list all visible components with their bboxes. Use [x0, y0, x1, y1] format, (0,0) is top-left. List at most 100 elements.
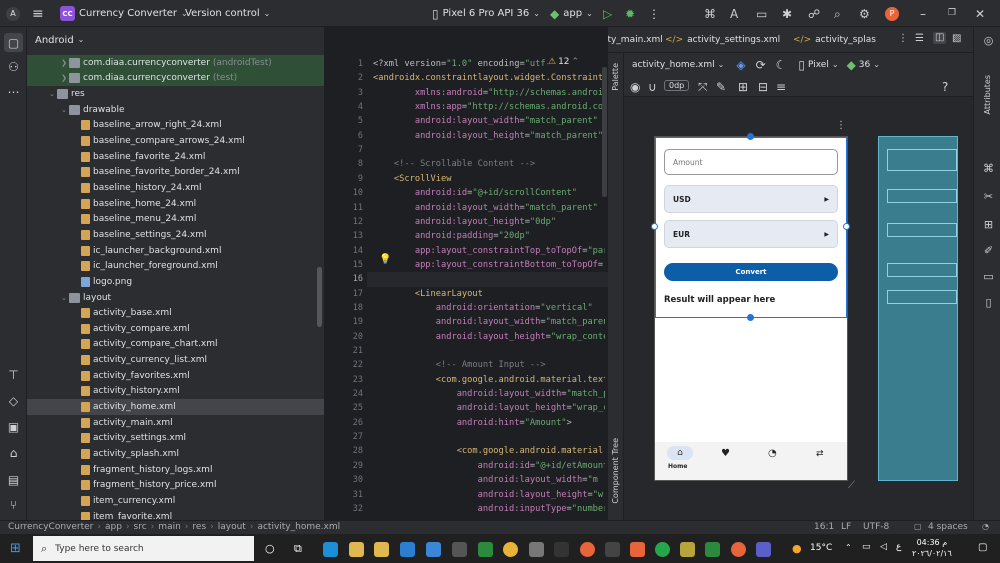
- main-menu-button[interactable]: ≡: [32, 0, 44, 27]
- more-actions-button[interactable]: ⋮: [648, 0, 660, 27]
- attributes-label[interactable]: Attributes: [983, 75, 992, 115]
- eye-icon[interactable]: ◉: [630, 81, 640, 93]
- preview-device[interactable]: Pixel: [808, 60, 829, 70]
- tree-scrollbar[interactable]: [317, 267, 322, 327]
- breadcrumb-item[interactable]: app: [105, 522, 122, 532]
- edge-icon[interactable]: [323, 542, 338, 557]
- tree-file[interactable]: baseline_favorite_24.xml: [27, 149, 324, 165]
- orientation-icon[interactable]: ⟳: [756, 59, 766, 71]
- home-icon[interactable]: ⌂: [667, 446, 693, 460]
- running-devices-icon[interactable]: ▯: [981, 295, 996, 310]
- gradle-button[interactable]: ☍: [808, 0, 820, 27]
- gradle-icon[interactable]: ⌘: [981, 161, 996, 176]
- sdk-manager-button[interactable]: ⌘: [704, 0, 716, 27]
- tree-folder[interactable]: ⌄ res: [27, 86, 324, 102]
- chevron-right-icon[interactable]: ❯: [59, 74, 69, 82]
- tree-file[interactable]: activity_currency_list.xml: [27, 352, 324, 368]
- chevron-down-icon[interactable]: ⌄: [59, 294, 69, 302]
- layout-preview[interactable]: Amount USD ▶ EUR ▶ Convert Result will a…: [651, 133, 850, 481]
- design-view-icon[interactable]: ▨: [952, 34, 961, 44]
- vscode-icon[interactable]: [426, 542, 441, 557]
- breadcrumb-item[interactable]: main: [158, 522, 181, 532]
- tree-file[interactable]: activity_home.xml: [27, 399, 324, 415]
- tree-file[interactable]: activity_base.xml: [27, 305, 324, 321]
- magnet-icon[interactable]: ∪: [648, 81, 657, 93]
- vlc-icon[interactable]: [630, 542, 645, 557]
- tree-folder[interactable]: ⌄ layout: [27, 290, 324, 306]
- git-icon[interactable]: ⑂: [6, 497, 21, 512]
- gemini-tool-icon[interactable]: ◇: [6, 393, 21, 408]
- tree-file[interactable]: fragment_history_logs.xml: [27, 462, 324, 478]
- split-view-icon[interactable]: ◫: [933, 32, 947, 44]
- project-tool-icon[interactable]: ▢: [4, 33, 23, 52]
- app-icon[interactable]: [529, 542, 544, 557]
- tree-file[interactable]: baseline_favorite_border_24.xml: [27, 165, 324, 181]
- blueprint-preview[interactable]: [878, 136, 958, 481]
- resize-handle[interactable]: [747, 133, 754, 140]
- folder-icon[interactable]: [374, 542, 389, 557]
- mail-icon[interactable]: [400, 542, 415, 557]
- breadcrumb-item[interactable]: layout: [218, 522, 246, 532]
- tree-file[interactable]: activity_history.xml: [27, 384, 324, 400]
- code-view-icon[interactable]: ☰: [915, 34, 924, 44]
- taskbar-search[interactable]: ⌕ Type here to search: [33, 536, 254, 561]
- code-editor[interactable]: 1 <?xml version="1.0" encoding="utf- 2 <and…: [325, 27, 608, 520]
- amount-input[interactable]: Amount: [664, 149, 838, 175]
- constraint-handle[interactable]: [651, 223, 658, 230]
- translate-button[interactable]: A: [730, 0, 738, 27]
- run-config-selector[interactable]: ◆ app ⌄: [550, 0, 593, 27]
- file-explorer-icon[interactable]: [349, 542, 364, 557]
- weather-temp[interactable]: 15°C: [810, 543, 832, 553]
- guidelines-icon[interactable]: ⊞: [738, 81, 748, 93]
- history-icon[interactable]: ◔: [768, 448, 777, 459]
- tree-file[interactable]: baseline_menu_24.xml: [27, 212, 324, 228]
- tree-file[interactable]: ic_launcher_background.xml: [27, 243, 324, 259]
- tree-file[interactable]: item_favorite.xml: [27, 509, 324, 520]
- vcs-menu[interactable]: Version control ⌄: [185, 0, 270, 27]
- heart-icon[interactable]: ♥: [721, 448, 730, 459]
- from-currency-spinner[interactable]: USD ▶: [664, 185, 838, 213]
- tree-folder[interactable]: ❯ com.diaa.currencyconverter (androidTest): [27, 55, 324, 71]
- file-encoding[interactable]: UTF-8: [863, 522, 889, 532]
- resize-corner-icon[interactable]: ⟋: [848, 481, 855, 491]
- breadcrumb-item[interactable]: activity_home.xml: [257, 522, 340, 532]
- preview-api[interactable]: 36: [859, 60, 870, 70]
- chevron-up-icon[interactable]: ⌃: [845, 543, 852, 552]
- tree-file[interactable]: baseline_settings_24.xml: [27, 227, 324, 243]
- tree-file[interactable]: baseline_arrow_right_24.xml: [27, 118, 324, 134]
- terminal-app-icon[interactable]: [452, 542, 467, 557]
- tree-file[interactable]: activity_splash.xml: [27, 446, 324, 462]
- project-view-selector[interactable]: Android ⌄: [27, 27, 324, 53]
- build-tool-icon[interactable]: ⊤: [6, 367, 21, 382]
- chevron-right-icon[interactable]: ❯: [59, 59, 69, 67]
- tree-file[interactable]: baseline_compare_arrows_24.xml: [27, 133, 324, 149]
- device-selector[interactable]: ▯ Pixel 6 Pro API 36 ⌄: [432, 0, 540, 27]
- account-button[interactable]: P: [885, 0, 899, 27]
- tree-file[interactable]: baseline_home_24.xml: [27, 196, 324, 212]
- chrome-icon[interactable]: [503, 542, 518, 557]
- tree-file[interactable]: activity_compare_chart.xml: [27, 337, 324, 353]
- tree-file[interactable]: activity_favorites.xml: [27, 368, 324, 384]
- search-everywhere-button[interactable]: ⌕: [834, 0, 841, 27]
- app-icon[interactable]: [680, 542, 695, 557]
- tree-file[interactable]: ic_launcher_foreground.xml: [27, 258, 324, 274]
- app-icon[interactable]: [580, 542, 595, 557]
- run-button[interactable]: ▷: [603, 0, 612, 27]
- help-icon[interactable]: ?: [942, 81, 948, 93]
- indent-setting[interactable]: 4 spaces: [928, 522, 968, 532]
- constraint-handle[interactable]: [843, 223, 850, 230]
- network-icon[interactable]: ▭: [862, 542, 871, 552]
- cortana-icon[interactable]: ○: [265, 542, 275, 555]
- breadcrumb-item[interactable]: src: [134, 522, 147, 532]
- line-separator[interactable]: LF: [841, 522, 851, 532]
- tree-folder[interactable]: ❯ com.diaa.currencyconverter (test): [27, 70, 324, 87]
- tree-folder[interactable]: ⌄ drawable: [27, 102, 324, 118]
- clock[interactable]: 04:36 م ٢٠٢٦/٠٢/١٦: [912, 537, 952, 559]
- terminal-icon[interactable]: ▤: [6, 472, 21, 487]
- pack-icon[interactable]: ≡: [776, 81, 786, 93]
- to-currency-spinner[interactable]: EUR ▶: [664, 220, 838, 248]
- chevron-down-icon[interactable]: ⌄: [47, 90, 57, 98]
- palette-label[interactable]: Palette: [611, 63, 620, 91]
- breadcrumb-item[interactable]: res: [192, 522, 206, 532]
- infer-constraints-icon[interactable]: ✎: [716, 81, 726, 93]
